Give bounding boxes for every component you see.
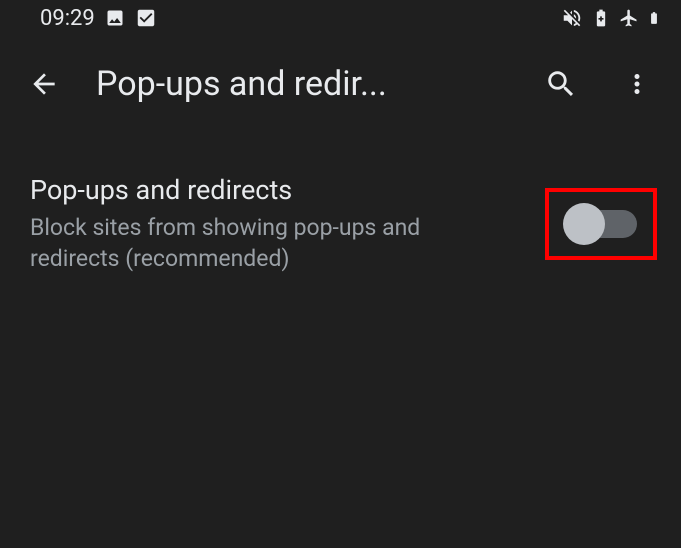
page-title: Pop-ups and redir... [96,64,509,104]
content: Pop-ups and redirects Block sites from s… [0,132,681,274]
status-time: 09:29 [40,6,95,31]
setting-text: Pop-ups and redirects Block sites from s… [30,174,513,274]
toggle-highlight-box [545,188,657,260]
toggle-knob [563,203,605,245]
checkbox-icon [135,7,157,29]
status-bar: 09:29 [0,0,681,36]
search-icon [544,67,578,101]
battery-icon [647,7,661,29]
back-button[interactable] [20,60,68,108]
toggle-switch[interactable] [565,210,637,238]
app-bar: Pop-ups and redir... [0,36,681,132]
status-left: 09:29 [40,6,157,31]
more-button[interactable] [613,60,661,108]
airplane-icon [619,8,639,28]
setting-row[interactable]: Pop-ups and redirects Block sites from s… [30,174,657,274]
battery-saver-icon [591,8,611,28]
search-button[interactable] [537,60,585,108]
more-vert-icon [622,69,652,99]
vibrate-off-icon [561,7,583,29]
setting-subtitle: Block sites from showing pop-ups and red… [30,212,513,274]
status-right [561,7,661,29]
setting-title: Pop-ups and redirects [30,174,513,206]
arrow-back-icon [28,68,60,100]
image-icon [105,8,125,28]
